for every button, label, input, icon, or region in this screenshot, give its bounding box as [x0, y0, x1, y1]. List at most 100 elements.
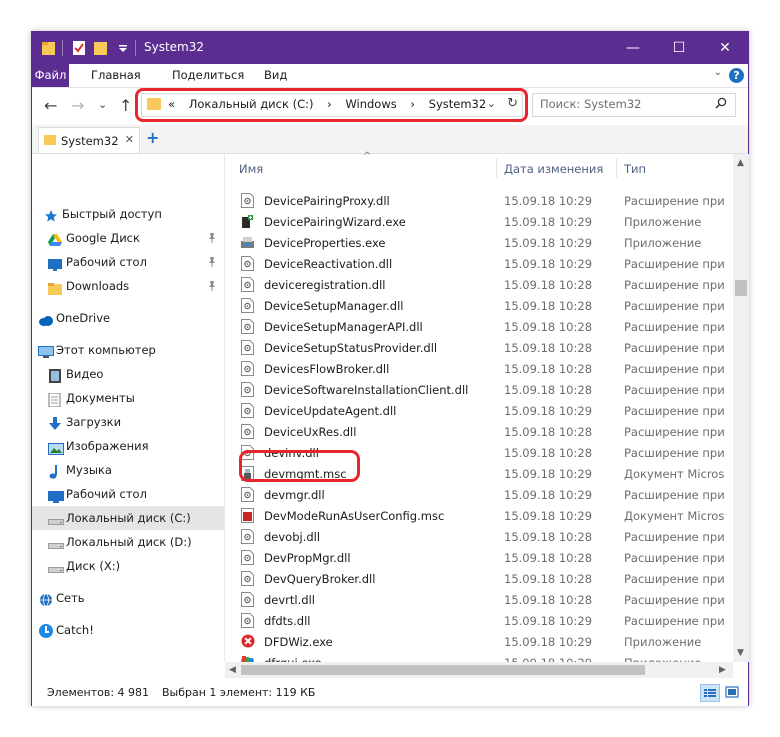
sidebar-item-label: Google Диск [66, 231, 140, 245]
file-row[interactable]: DevicePairingProxy.dll 15.09.18 10:29 Расш… [225, 190, 733, 211]
tab-home[interactable]: Главная [91, 64, 141, 87]
large-icons-view-button[interactable] [723, 684, 741, 700]
file-row[interactable]: DFDWiz.exe 15.09.18 10:29 Приложение [225, 631, 733, 652]
separator [62, 40, 63, 56]
help-icon[interactable]: ? [729, 68, 744, 83]
add-tab-button[interactable]: + [146, 128, 159, 147]
scroll-up-arrow[interactable]: ▲ [737, 158, 744, 168]
tab-share[interactable]: Поделиться [172, 64, 244, 87]
sidebar-item[interactable]: Диск (X:) [32, 554, 224, 578]
sidebar-item[interactable]: Документы [32, 386, 224, 410]
file-type: Документ Micros... [624, 509, 724, 523]
item-count: Элементов: 4 981 [47, 686, 150, 699]
scroll-right-arrow[interactable]: ▶ [719, 665, 726, 675]
sidebar-item[interactable]: Музыка [32, 458, 224, 482]
search-icon[interactable] [715, 97, 727, 112]
search-input[interactable]: Поиск: System32 [532, 93, 736, 117]
sidebar-item[interactable]: Локальный диск (D:) [32, 530, 224, 554]
scroll-left-arrow[interactable]: ◀ [229, 665, 236, 675]
file-type: Документ Micros... [624, 467, 724, 481]
scroll-thumb[interactable] [735, 280, 747, 296]
file-row[interactable]: DevPropMgr.dll 15.09.18 10:28 Расширение п… [225, 547, 733, 568]
file-row[interactable]: DevicePairingWizard.exe 15.09.18 10:29 При… [225, 211, 733, 232]
sidebar-item-label: Рабочий стол [66, 255, 147, 269]
file-date: 15.09.18 10:28 [504, 446, 593, 460]
sidebar-item[interactable]: Загрузки [32, 410, 224, 434]
recent-locations-button[interactable]: ⌄ [98, 98, 107, 111]
sidebar-item[interactable]: Изображения [32, 434, 224, 458]
column-separator[interactable] [496, 158, 497, 178]
pin-icon[interactable] [207, 226, 217, 253]
sidebar-item[interactable]: Локальный диск (C:) [32, 506, 224, 530]
sidebar-item[interactable]: Catch! [32, 618, 224, 642]
file-date: 15.09.18 10:28 [504, 383, 593, 397]
horizontal-scrollbar[interactable]: ◀ ▶ [225, 662, 733, 678]
column-name[interactable]: Имя [239, 162, 263, 176]
sidebar-item[interactable]: Этот компьютер [32, 338, 224, 362]
scroll-thumb[interactable] [241, 665, 645, 675]
file-row[interactable]: DevQueryBroker.dll 15.09.18 10:28 Расширен… [225, 568, 733, 589]
file-row[interactable]: DeviceProperties.exe 15.09.18 10:29 Прилож… [225, 232, 733, 253]
file-row[interactable]: DeviceUxRes.dll 15.09.18 10:28 Расширение … [225, 421, 733, 442]
column-type[interactable]: Тип [624, 162, 646, 176]
tab-view[interactable]: Вид [264, 64, 287, 87]
chevron-down-icon[interactable]: ⌄ [714, 67, 722, 78]
exe-wizard-icon [241, 214, 254, 229]
sidebar-item[interactable]: Рабочий стол [32, 482, 224, 506]
sidebar-item[interactable]: Google Диск [32, 226, 224, 250]
minimize-button[interactable]: — [610, 32, 656, 64]
tab-strip: System32 ✕ + [32, 125, 748, 154]
tab-system32[interactable]: System32 ✕ [38, 127, 140, 153]
sidebar-item[interactable]: OneDrive [32, 306, 224, 330]
forward-button[interactable]: → [71, 96, 84, 115]
file-name: DFDWiz.exe [264, 635, 333, 649]
error-icon [241, 634, 255, 649]
file-type: Расширение при... [624, 404, 724, 418]
file-row[interactable]: DeviceSetupManagerAPI.dll 15.09.18 10:28 Р… [225, 316, 733, 337]
details-view-button[interactable] [700, 684, 720, 702]
file-row[interactable]: devrtl.dll 15.09.18 10:28 Расширение при..… [225, 589, 733, 610]
sidebar-item-label: Быстрый доступ [62, 207, 162, 221]
file-row[interactable]: devmgr.dll 15.09.18 10:29 Расширение при..… [225, 484, 733, 505]
google-drive-icon [48, 231, 62, 246]
new-folder-icon[interactable] [94, 40, 108, 56]
column-date[interactable]: Дата изменения [504, 162, 603, 176]
selection-info: Выбран 1 элемент: 119 КБ [162, 686, 316, 699]
file-row[interactable]: DeviceSoftwareInstallationClient.dll 15.0… [225, 379, 733, 400]
sidebar-item[interactable]: Downloads [32, 274, 224, 298]
scroll-down-arrow[interactable]: ▼ [737, 648, 744, 658]
maximize-button[interactable]: ☐ [656, 32, 702, 64]
file-row[interactable]: DeviceUpdateAgent.dll 15.09.18 10:29 Расши… [225, 400, 733, 421]
file-row[interactable]: DeviceReactivation.dll 15.09.18 10:29 Расш… [225, 253, 733, 274]
close-icon[interactable]: ✕ [125, 133, 134, 146]
file-row[interactable]: DevModeRunAsUserConfig.msc 15.09.18 10:29… [225, 505, 733, 526]
file-row[interactable]: dfdts.dll 15.09.18 10:29 Расширение при... [225, 610, 733, 631]
sidebar-item-label: Видео [66, 367, 104, 381]
up-button[interactable]: ↑ [119, 96, 132, 115]
file-date: 15.09.18 10:29 [504, 215, 593, 229]
file-row[interactable]: deviceregistration.dll 15.09.18 10:28 Расш… [225, 274, 733, 295]
close-button[interactable]: ✕ [702, 32, 748, 64]
file-date: 15.09.18 10:29 [504, 635, 593, 649]
exe-device-icon [241, 235, 254, 250]
sidebar-item[interactable]: Видео [32, 362, 224, 386]
file-row[interactable]: DeviceSetupManager.dll 15.09.18 10:28 Расш… [225, 295, 733, 316]
file-row[interactable]: DeviceSetupStatusProvider.dll 15.09.18 10… [225, 337, 733, 358]
file-date: 15.09.18 10:28 [504, 320, 593, 334]
file-date: 15.09.18 10:29 [504, 614, 593, 628]
file-row[interactable]: DevicesFlowBroker.dll 15.09.18 10:28 Расши… [225, 358, 733, 379]
tab-file[interactable]: Файл [32, 64, 69, 87]
properties-icon[interactable] [72, 40, 86, 56]
pin-icon[interactable] [207, 274, 217, 301]
qa-dropdown-icon[interactable] [116, 40, 130, 56]
file-type: Расширение при... [624, 530, 724, 544]
sidebar-item[interactable]: Рабочий стол [32, 250, 224, 274]
back-button[interactable]: ← [44, 96, 57, 115]
sidebar-item[interactable]: Быстрый доступ [32, 202, 224, 226]
vertical-scrollbar[interactable]: ▲ ▼ [733, 154, 749, 662]
column-separator[interactable] [616, 158, 617, 178]
folder-icon[interactable] [42, 40, 56, 56]
file-row[interactable]: devobj.dll 15.09.18 10:28 Расширение при..… [225, 526, 733, 547]
pin-icon[interactable] [207, 250, 217, 277]
sidebar-item[interactable]: Сеть [32, 586, 224, 610]
